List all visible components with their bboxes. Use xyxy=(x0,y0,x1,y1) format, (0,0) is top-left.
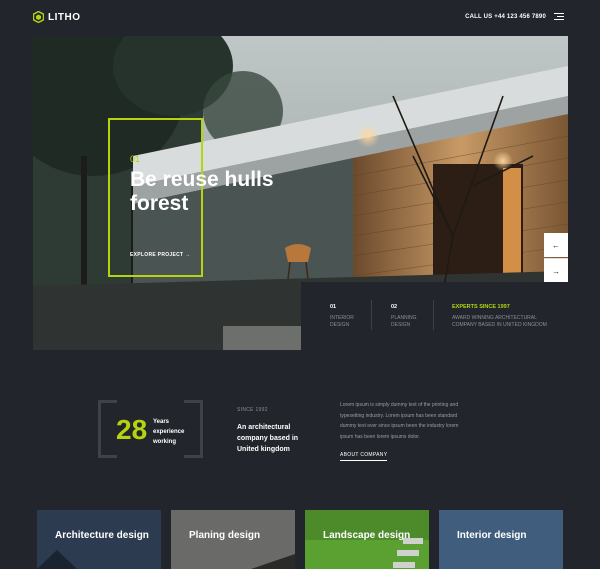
explore-project-link[interactable]: EXPLORE PROJECT → xyxy=(130,252,190,258)
info-label: PLANNING DESIGN xyxy=(391,315,417,328)
arrow-right-icon: → xyxy=(552,266,560,276)
service-card-landscape[interactable]: Landscape design xyxy=(305,510,429,569)
service-card-architecture[interactable]: Architecture design xyxy=(37,510,161,569)
logo-icon xyxy=(33,11,44,23)
service-card-interior[interactable]: Interior design xyxy=(439,510,563,569)
prev-slide-button[interactable]: ← xyxy=(544,233,568,257)
about-headline: An architectural company based in United… xyxy=(237,424,299,453)
service-card-planing[interactable]: Planing design xyxy=(171,510,295,569)
experts-heading: EXPERTS SINCE 1997 xyxy=(452,304,510,310)
experience-label: Years experience working xyxy=(153,419,185,445)
hamburger-icon[interactable] xyxy=(554,13,564,22)
about-company-link[interactable]: ABOUT COMPANY xyxy=(340,452,388,461)
info-number: 01 xyxy=(330,304,337,310)
divider xyxy=(433,300,434,330)
call-us-text[interactable]: CALL US +44 123 456 7890 xyxy=(465,14,546,20)
bracket-left xyxy=(98,400,117,458)
logo[interactable]: LITHO xyxy=(33,11,81,23)
logo-text: LITHO xyxy=(48,11,81,23)
services-info-panel: 01 INTERIOR DESIGN 02 PLANNING DESIGN EX… xyxy=(301,282,568,350)
divider xyxy=(371,300,372,330)
hero-title: Be reuse hulls forest xyxy=(130,168,274,215)
arrow-left-icon: ← xyxy=(552,240,560,250)
info-item[interactable]: 02 PLANNING DESIGN xyxy=(391,304,431,329)
card-label: Interior design xyxy=(457,530,527,541)
info-label: INTERIOR DESIGN xyxy=(330,315,354,328)
experts-block: EXPERTS SINCE 1997 AWARD WINNING ARCHITE… xyxy=(452,304,557,329)
site-header: LITHO CALL US +44 123 456 7890 xyxy=(0,0,600,36)
experience-years: 28 xyxy=(116,414,148,445)
info-item[interactable]: 01 INTERIOR DESIGN xyxy=(330,304,370,329)
card-label: Landscape design xyxy=(323,530,411,541)
card-label: Architecture design xyxy=(55,530,149,541)
next-slide-button[interactable]: → xyxy=(544,258,568,283)
info-number: 02 xyxy=(391,304,398,310)
since-label: SINCE 1992 xyxy=(237,407,268,413)
experts-text: AWARD WINNING ARCHITECTURAL COMPANY BASE… xyxy=(452,315,547,328)
card-label: Planing design xyxy=(189,530,261,541)
slide-number: 01 xyxy=(130,154,141,164)
about-description: Lorem ipsum is simply dummy text of the … xyxy=(340,402,459,440)
